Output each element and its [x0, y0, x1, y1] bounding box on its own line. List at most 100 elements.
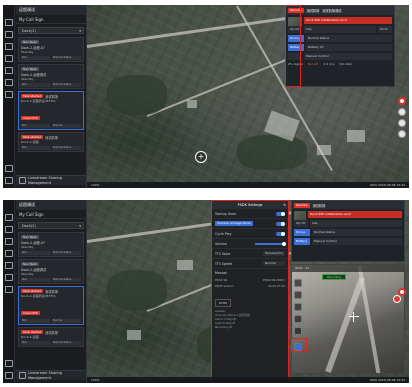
device-state: Standby	[21, 50, 34, 54]
locate-button[interactable]	[398, 97, 406, 105]
device-detail-panel: Remote 测试机场 测试机场调试 Dock RTK initializati…	[285, 5, 395, 87]
drone-status: Normal status	[306, 35, 392, 42]
map-center-marker-icon[interactable]: +	[195, 151, 207, 163]
battery-value: Battery 97	[306, 44, 392, 51]
psdk-camera-linkage-row: Camera Linkage Mode	[212, 219, 288, 229]
device-state: Dock-2-远程调试(M3TD)	[21, 294, 56, 298]
battery-label[interactable]: Battery	[294, 238, 310, 245]
highlight-frame	[285, 5, 301, 87]
device-state: Standby	[21, 245, 34, 249]
home-icon[interactable]	[5, 19, 13, 26]
settings-icon[interactable]	[5, 360, 13, 367]
rtk-error-alert[interactable]: Dock RTK initialization error	[304, 17, 392, 24]
status-badge: Nav Nest	[21, 262, 39, 266]
drone-status: Normal status	[312, 229, 402, 236]
stop-button[interactable]: STOP	[215, 299, 231, 307]
layers-icon[interactable]	[5, 31, 13, 38]
media-icon[interactable]	[5, 238, 13, 245]
chevron-down-icon: ▾	[79, 224, 81, 228]
device-card[interactable]: Nav Nest Dock-2-远程-07 Standby N/A Normal …	[18, 37, 84, 62]
dock-label: Dock	[378, 26, 392, 33]
camera-linkage-mode-button[interactable]: Camera Linkage Mode	[215, 221, 253, 226]
layers-icon[interactable]	[5, 226, 13, 233]
kv-value: PSDK-SN-00001	[263, 278, 285, 282]
call-sign-title: My Call Sign	[16, 210, 86, 219]
startup-voice-toggle[interactable]	[276, 211, 285, 216]
zoom-out-button[interactable]	[398, 119, 406, 127]
model-icon[interactable]	[5, 286, 13, 293]
user-icon[interactable]	[5, 177, 13, 184]
tts-speed-select[interactable]: Normal	[263, 261, 285, 266]
zoom-in-button[interactable]	[398, 108, 406, 116]
volume-slider[interactable]	[255, 241, 286, 246]
camera-tool-icon[interactable]	[294, 303, 302, 311]
settings-icon[interactable]	[5, 165, 13, 172]
sidebar-icon-rail	[3, 200, 15, 383]
media-icon[interactable]	[5, 43, 13, 50]
camera-tool-icon[interactable]	[294, 291, 302, 299]
camera-linkage-toggle[interactable]	[276, 221, 285, 226]
left-sidebar: 远程调试 My Call Sign Dock(2) ▾ Nav Nest Dock…	[3, 5, 87, 188]
rtk-error-alert[interactable]: Dock RTK initialization error	[308, 211, 402, 218]
rtk-alert-badge[interactable]: Check RTK	[21, 311, 40, 315]
manual-control-button[interactable]: Manual Control	[304, 53, 392, 60]
device-card-selected[interactable]: Task started 测试机场 Dock-2-远程调试(M3TD) Check…	[18, 286, 84, 325]
sidebar-icon-rail	[3, 5, 15, 188]
device-card[interactable]: Task started 测试机场 Dock-2-远程 N/A Normal sta…	[18, 327, 84, 347]
screenshot-dock-overview: + 远程调试 My Call Sign Dock(2) ▾ Nav Nest Do…	[3, 5, 409, 188]
speaker-log: speaker: channel:1(Dock-2-远程调试) Alarm Co…	[212, 309, 288, 331]
status-badge: Nav Nest	[21, 40, 39, 44]
device-card[interactable]: Task started 测试机场 Dock-2-远程 N/A Normal sta…	[18, 132, 84, 152]
model-icon[interactable]	[5, 91, 13, 98]
route-icon[interactable]	[5, 250, 13, 257]
device-sub-1: N/A	[21, 56, 50, 60]
camera-tool-icon[interactable]	[294, 327, 302, 335]
device-card[interactable]: Nav Nest Dock-2-远程-07 Standby N/A Normal …	[18, 232, 84, 257]
dock-title: 测试机场	[306, 9, 320, 13]
rtk-alert-badge[interactable]: Check RTK	[21, 116, 40, 120]
tts-voice-select[interactable]: Female(Chi)	[262, 251, 285, 256]
livestream-sharing-button[interactable]: Livestream Sharing Management	[16, 370, 86, 380]
device-state: Standby	[21, 272, 34, 276]
project-name: 远程调试	[16, 200, 86, 210]
device-card[interactable]: Nav Nest Dock-2-远程调试 Standby N/A Normal s…	[18, 64, 84, 89]
device-name: 测试机场	[45, 330, 58, 335]
camera-tool-icon[interactable]	[294, 315, 302, 323]
psdk-cycle-play-row: Cycle Play	[212, 229, 288, 239]
layer-toggle-button[interactable]	[398, 130, 406, 138]
map-icon[interactable]	[5, 262, 13, 269]
home-icon[interactable]	[5, 214, 13, 221]
manual-control-button[interactable]: Manual Control	[312, 238, 402, 245]
close-icon[interactable]: ✕	[283, 201, 286, 209]
livestream-sharing-button[interactable]: Livestream Sharing Management	[16, 175, 86, 185]
cycle-play-toggle[interactable]	[276, 231, 285, 236]
dock-subtitle: 测试机场调试	[322, 9, 342, 13]
route-icon[interactable]	[5, 55, 13, 62]
device-card-selected[interactable]: Task started 测试机场 Dock-2-远程调试(M3TD) Check…	[18, 91, 84, 130]
dock-filter-select[interactable]: Dock(2) ▾	[18, 222, 84, 229]
device-detail-panel: Remote 测试机场 Dock RTK initialization erro…	[291, 200, 405, 262]
task-icon[interactable]	[5, 274, 13, 281]
locate-button[interactable]	[398, 288, 406, 296]
psdk-tts-speed-row: TTS Speed Normal	[212, 259, 288, 269]
drone-camera-view[interactable]: Wide · 1x Recording	[291, 264, 405, 374]
recording-status-badge: Recording	[322, 274, 346, 280]
stat-speed: 2.9 m/s	[323, 62, 335, 66]
device-sub-2: Normal status	[52, 341, 81, 345]
kv-label: PSDK SN	[215, 278, 228, 282]
status-left: 100%	[91, 183, 100, 187]
drone-label[interactable]: Drone	[294, 229, 310, 236]
setting-label: TTS Voice	[215, 251, 231, 256]
setting-label: Startup Voice	[215, 211, 237, 216]
user-icon[interactable]	[5, 372, 13, 379]
dock-filter-select[interactable]: Dock(2) ▾	[18, 27, 84, 34]
camera-lens-label[interactable]: Wide	[295, 266, 302, 270]
psdk-version-row: PSDK Version 02.00.07.00	[212, 283, 288, 289]
task-icon[interactable]	[5, 79, 13, 86]
status-bar: 100% WGS 2025-08-08 15:44	[87, 377, 409, 383]
map-icon[interactable]	[5, 67, 13, 74]
device-card[interactable]: Nav Nest Dock-2-远程调试 Standby N/A Normal s…	[18, 259, 84, 284]
camera-zoom-label[interactable]: 1x	[305, 266, 309, 270]
device-name: 测试机场	[45, 135, 58, 140]
camera-tool-icon[interactable]	[294, 279, 302, 287]
